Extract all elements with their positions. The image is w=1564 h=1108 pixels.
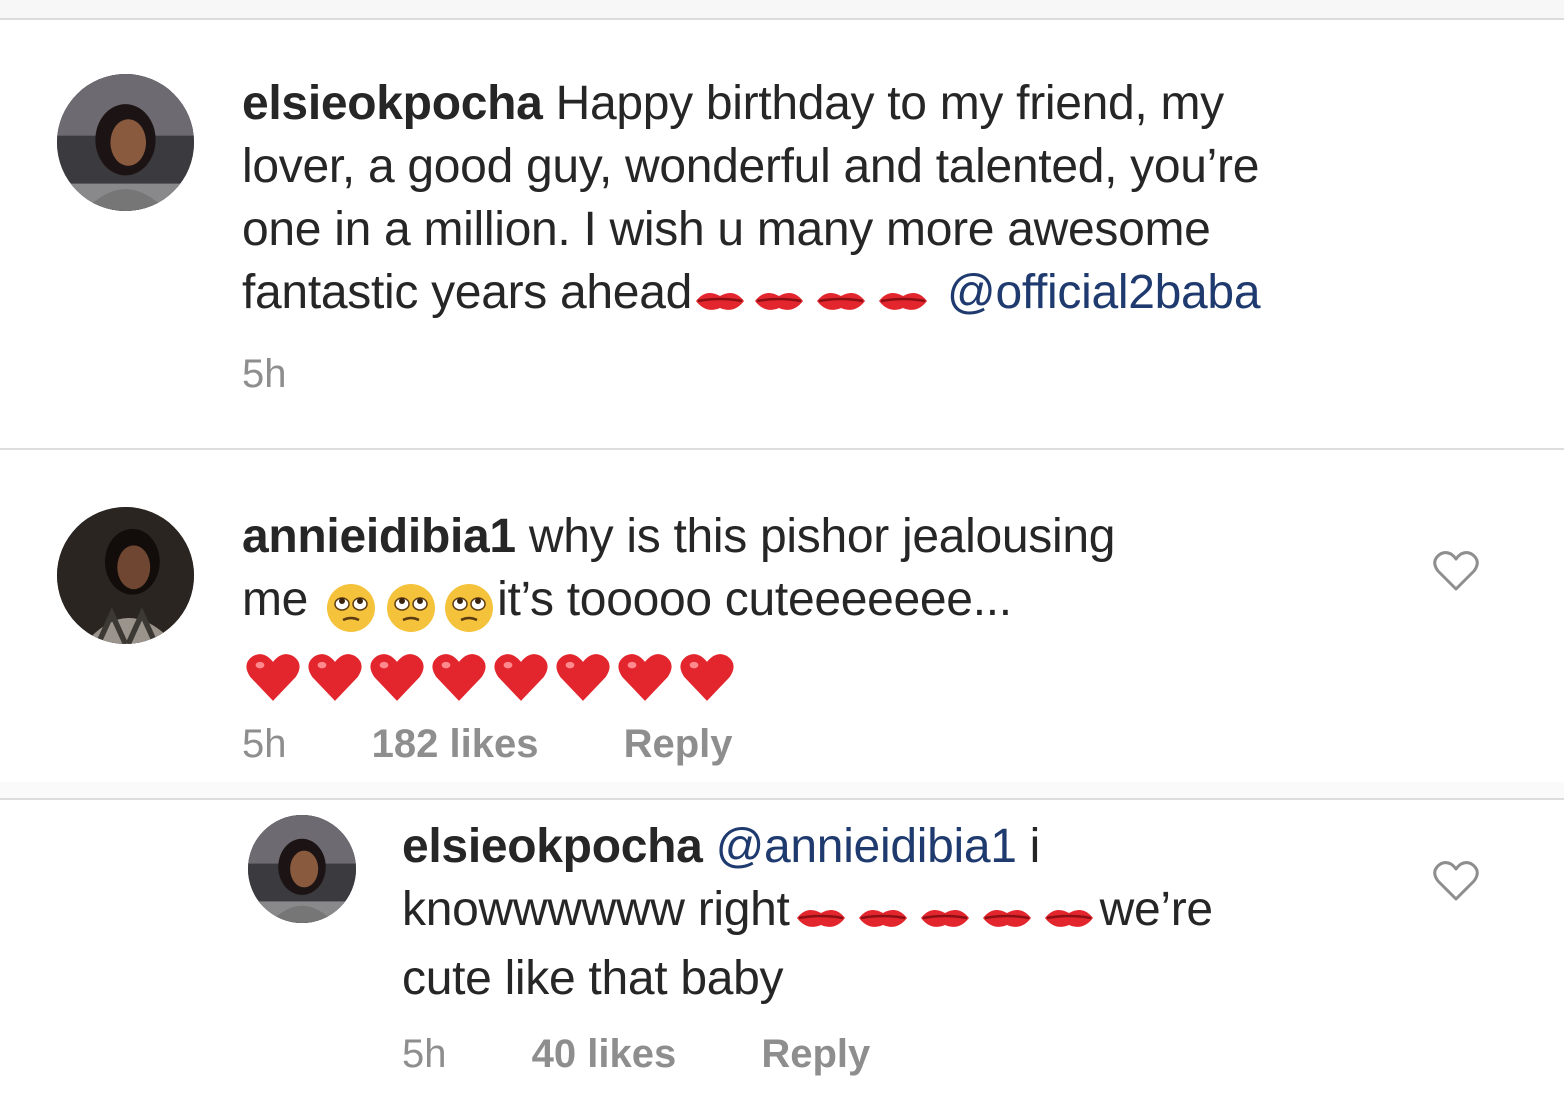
kiss-mark-icon [754, 293, 803, 311]
comment-2-text-2a: me [242, 573, 322, 626]
comment-3-body: elsieokpocha @annieidibia1 i knowwwwww r… [402, 815, 1392, 1010]
comment-1-time: 5h [242, 352, 287, 396]
comment-1-body: elsieokpocha Happy birthday to my friend… [242, 72, 1442, 330]
red-heart-icon [308, 654, 362, 702]
comment-3-text-3: cute like that baby [402, 952, 784, 1005]
comment-1-text-3: one in a million. I wish u many more awe… [242, 203, 1211, 256]
red-heart-icon [370, 654, 424, 702]
comment-3-likes[interactable]: 40 likes [532, 1032, 677, 1077]
comment-2-time: 5h [242, 722, 287, 766]
comment-2-body: annieidibia1 why is this pishor jealousi… [242, 505, 1392, 706]
comment-1-text-2: lover, a good guy, wonderful and talente… [242, 140, 1260, 193]
avatar-photo [57, 74, 194, 211]
red-heart-icon [556, 654, 610, 702]
comment-3-username[interactable]: elsieokpocha [402, 820, 703, 873]
red-heart-icon [432, 654, 486, 702]
comment-2-line-2: me it’s tooooo cuteeeeeee... [242, 568, 1392, 637]
avatar-annieidibia1[interactable] [57, 507, 194, 644]
mention-annieidibia1[interactable]: @annieidibia1 [716, 820, 1017, 873]
comment-1-line-4: fantastic years ahead @official2baba [242, 261, 1442, 330]
kiss-mark-icon [816, 293, 865, 311]
comment-2-like-button[interactable] [1432, 549, 1480, 593]
top-divider [0, 0, 1564, 20]
red-heart-icon [494, 654, 548, 702]
kiss-mark-emoji-row [790, 884, 1100, 947]
comment-2-text-1: why is this pishor jealousing [528, 510, 1116, 563]
comment-3-text-1: i [1016, 820, 1041, 873]
comment-2-username[interactable]: annieidibia1 [242, 510, 516, 563]
comment-2-text-2b: it’s tooooo cuteeeeeee... [497, 573, 1012, 626]
avatar-elsieokpocha-reply[interactable] [248, 815, 356, 923]
heart-outline-icon [1433, 551, 1479, 591]
comment-1-meta: 5h [242, 352, 287, 397]
comment-1-text-1: Happy birthday to my friend, my [555, 77, 1225, 130]
comment-3-text-2a: knowwwwww right [402, 883, 790, 936]
heart-outline-icon [1433, 861, 1479, 901]
kiss-mark-icon [695, 293, 744, 311]
kiss-mark-icon [920, 910, 969, 928]
rolling-eyes-icon [327, 584, 376, 633]
kiss-mark-icon [1044, 910, 1093, 928]
comment-2-meta: 5h 182 likes Reply [242, 722, 733, 767]
comment-3-meta: 5h 40 likes Reply [402, 1032, 870, 1077]
kiss-mark-icon [796, 910, 845, 928]
red-heart-icon [246, 654, 300, 702]
avatar-photo [57, 507, 194, 644]
comment-1-text-4: fantastic years ahead [242, 266, 692, 319]
comments-page: elsieokpocha Happy birthday to my friend… [0, 0, 1564, 1108]
avatar-photo [248, 815, 356, 923]
comment-3-text-2b: we’re [1099, 883, 1214, 936]
comment-3-line-1: elsieokpocha @annieidibia1 i [402, 815, 1392, 878]
kiss-mark-icon [858, 910, 907, 928]
rolling-eyes-icon [445, 584, 494, 633]
rolling-eyes-emoji-row [321, 574, 497, 637]
kiss-mark-emoji-row [692, 267, 934, 330]
comment-3-time: 5h [402, 1032, 447, 1076]
comment-divider-2 [0, 798, 1564, 800]
red-heart-emoji-row [242, 643, 738, 706]
comment-2-line-1: annieidibia1 why is this pishor jealousi… [242, 505, 1392, 568]
comment-3-like-button[interactable] [1432, 859, 1480, 903]
comment-1-username[interactable]: elsieokpocha [242, 77, 543, 130]
rolling-eyes-icon [387, 584, 436, 633]
kiss-mark-icon [878, 293, 927, 311]
comment-3-reply-button[interactable]: Reply [761, 1032, 870, 1077]
comment-1-line-1: elsieokpocha Happy birthday to my friend… [242, 72, 1442, 135]
red-heart-icon [680, 654, 734, 702]
avatar-elsieokpocha[interactable] [57, 74, 194, 211]
red-heart-icon [618, 654, 672, 702]
kiss-mark-icon [982, 910, 1031, 928]
comment-2-line-3 [242, 637, 1392, 706]
comment-2-likes[interactable]: 182 likes [372, 722, 539, 767]
comment-divider-1 [0, 448, 1564, 450]
thread-gap [0, 782, 1564, 798]
mention-official2baba[interactable]: @official2baba [947, 266, 1261, 319]
comment-3-line-2: knowwwwww right we’re [402, 878, 1392, 947]
comment-2-reply-button[interactable]: Reply [624, 722, 733, 767]
